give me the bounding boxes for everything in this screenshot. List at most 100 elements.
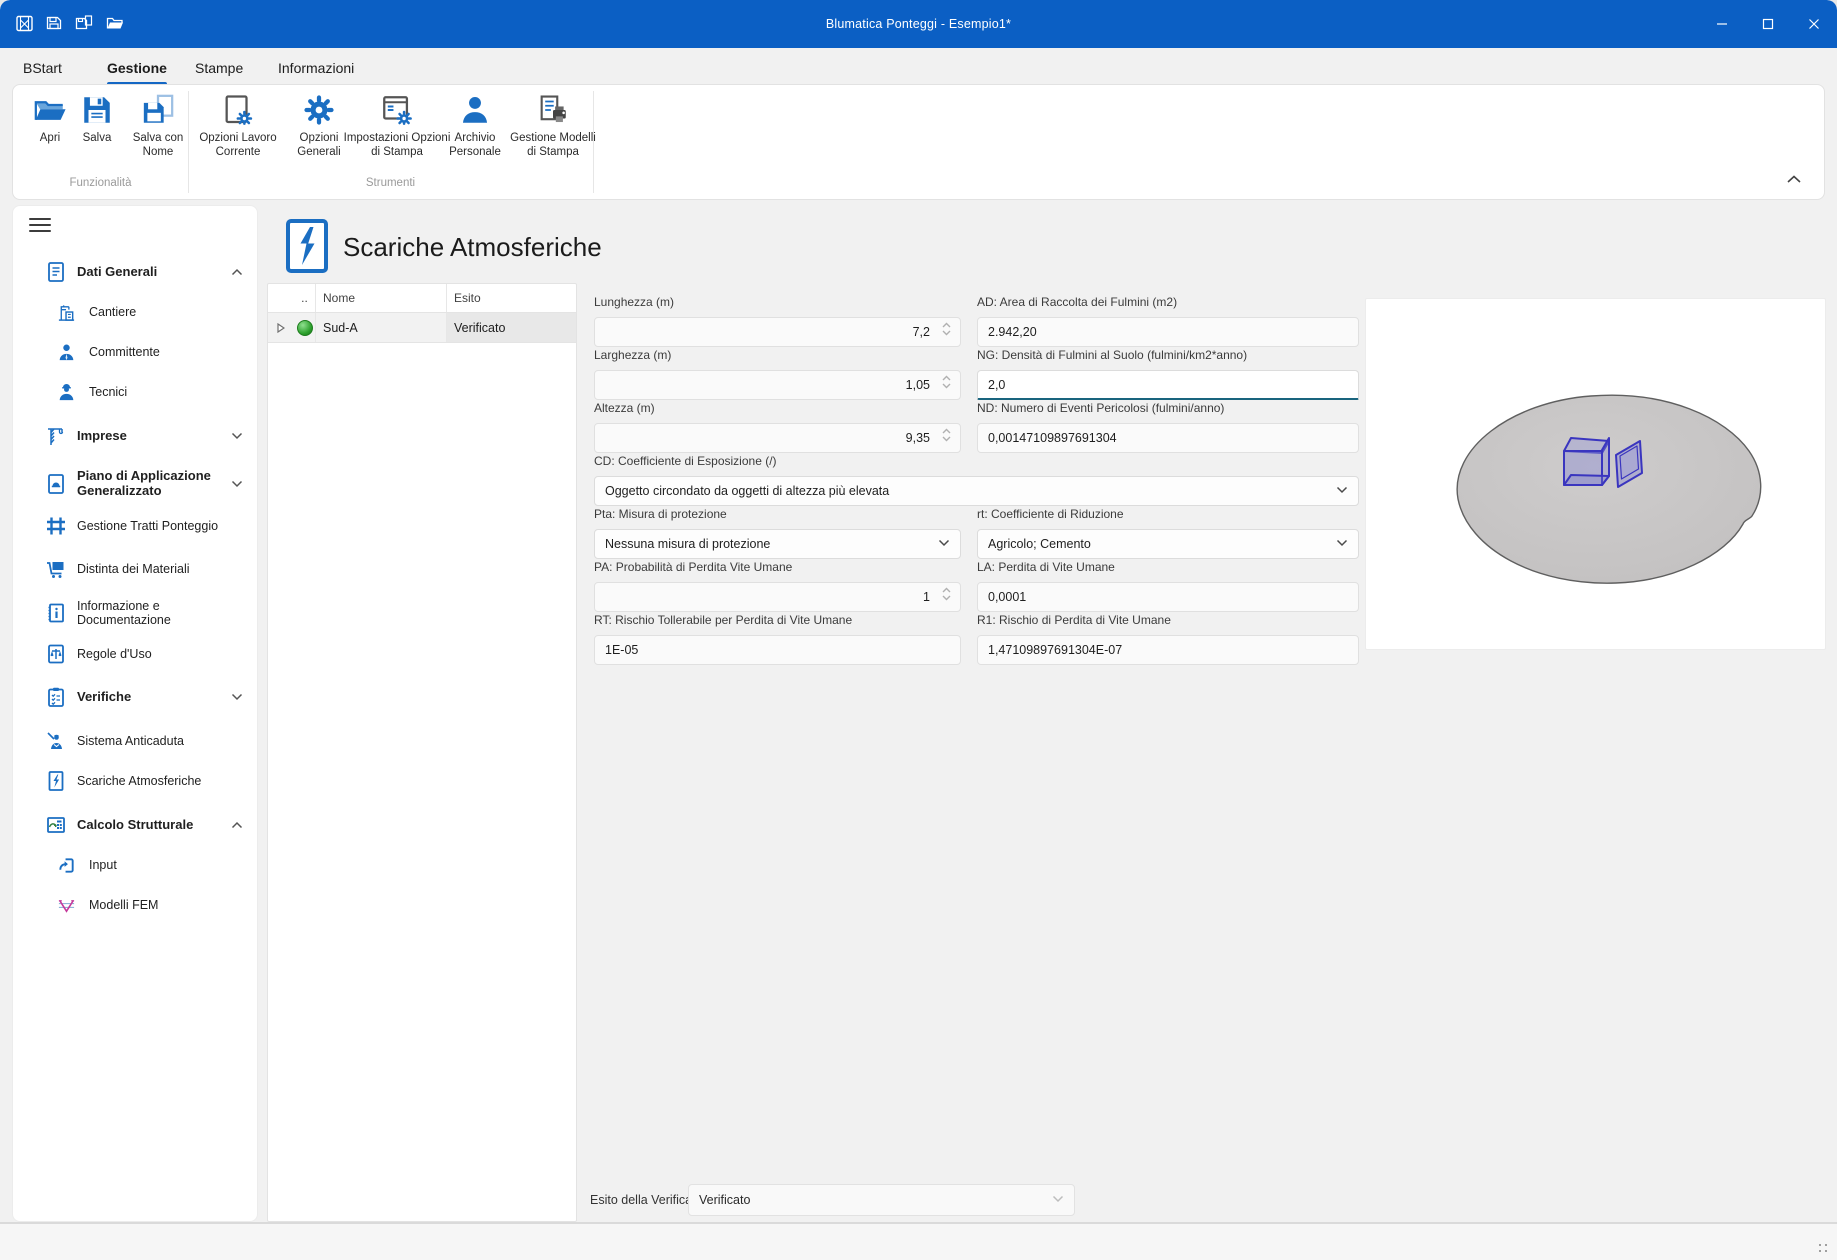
status-bar: [0, 1222, 1837, 1260]
row-nome[interactable]: Sud-A: [316, 313, 447, 342]
tab-bstart[interactable]: BStart: [23, 55, 62, 81]
sidebar-item-label: Imprese: [77, 429, 227, 444]
sidebar-item-label: Cantiere: [89, 305, 227, 319]
rt-value: 1E-05: [605, 643, 638, 657]
nd-input[interactable]: 0,00147109897691304: [977, 423, 1359, 453]
tab-gestione[interactable]: Gestione: [107, 55, 167, 81]
ad-value: 2.942,20: [988, 325, 1037, 339]
archivio-personale-button[interactable]: Archivio Personale: [443, 93, 507, 160]
opzioni-generali-button[interactable]: Opzioni Generali: [289, 93, 349, 160]
rt-coeff-label: rt: Coefficiente di Riduzione: [977, 507, 1124, 521]
sidebar-item-input[interactable]: Input: [13, 850, 257, 880]
sidebar-item-label: Verifiche: [77, 690, 227, 705]
tab-informazioni[interactable]: Informazioni: [278, 55, 354, 81]
spinner-arrows[interactable]: [942, 587, 951, 601]
table-row[interactable]: Sud-A Verificato: [268, 313, 576, 343]
button-label: Salva con Nome: [123, 131, 193, 160]
sidebar-item-distinta-materiali[interactable]: Distinta dei Materiali: [13, 554, 257, 584]
larghezza-value: 1,05: [906, 378, 930, 392]
pta-value: Nessuna misura di protezione: [605, 537, 770, 551]
spinner-arrows[interactable]: [942, 322, 951, 336]
sidebar-item-informazione[interactable]: Informazione e Documentazione: [13, 598, 257, 628]
r1-input[interactable]: 1,47109897691304E-07: [977, 635, 1359, 665]
person-helmet-icon: [57, 383, 76, 402]
pta-dropdown[interactable]: Nessuna misura di protezione: [594, 529, 961, 559]
ad-input[interactable]: 2.942,20: [977, 317, 1359, 347]
ng-input[interactable]: 2,0: [977, 370, 1359, 400]
sidebar-item-sistema-anticaduta[interactable]: Sistema Anticaduta: [13, 726, 257, 756]
sidebar-item-label: Piano di Applicazione Generalizzato: [77, 469, 227, 499]
sidebar-item-label: Input: [89, 858, 227, 872]
nome-column-header[interactable]: Nome: [316, 284, 447, 312]
sidebar-item-imprese[interactable]: Imprese: [13, 421, 257, 451]
sidebar-item-regole-uso[interactable]: Regole d'Uso: [13, 639, 257, 669]
cd-value: Oggetto circondato da oggetti di altezza…: [605, 484, 889, 498]
lunghezza-input[interactable]: 7,2: [594, 317, 961, 347]
r1-value: 1,47109897691304E-07: [988, 643, 1122, 657]
altezza-input[interactable]: 9,35: [594, 423, 961, 453]
chevron-down-icon: [1336, 486, 1348, 494]
la-input[interactable]: 0,0001: [977, 582, 1359, 612]
cd-dropdown[interactable]: Oggetto circondato da oggetti di altezza…: [594, 476, 1359, 506]
esito-verifica-dropdown[interactable]: Verificato: [688, 1184, 1075, 1216]
spinner-arrows[interactable]: [942, 428, 951, 442]
spinner-arrows[interactable]: [942, 375, 951, 389]
preview-3d-viewport[interactable]: [1365, 298, 1826, 650]
ng-label: NG: Densità di Fulmini al Suolo (fulmini…: [977, 348, 1247, 362]
esito-column-header[interactable]: Esito: [447, 284, 576, 312]
chevron-down-icon: [231, 693, 243, 701]
salva-con-nome-button[interactable]: Salva con Nome: [123, 93, 193, 160]
clipboard-check-icon: [45, 686, 67, 708]
rt-input[interactable]: 1E-05: [594, 635, 961, 665]
larghezza-input[interactable]: 1,05: [594, 370, 961, 400]
sidebar-item-calcolo-strutturale[interactable]: Calcolo Strutturale: [13, 810, 257, 840]
menu-tab-row: BStart Gestione Stampe Informazioni: [0, 48, 1837, 84]
chevron-down-icon: [942, 330, 951, 336]
open-folder-icon: [33, 93, 67, 127]
altezza-value: 9,35: [906, 431, 930, 445]
scaffold-wireframe: [1564, 438, 1609, 485]
opzioni-lavoro-corrente-button[interactable]: Opzioni Lavoro Corrente: [196, 93, 280, 160]
button-label: Impostazioni Opzioni di Stampa: [341, 131, 453, 160]
sidebar-item-gestione-tratti[interactable]: Gestione Tratti Ponteggio: [13, 511, 257, 541]
sidebar-item-committente[interactable]: Committente: [13, 337, 257, 367]
calculator-arrow-icon: [45, 814, 67, 836]
lightning-page-icon: [45, 770, 67, 792]
sidebar-item-tecnici[interactable]: Tecnici: [13, 377, 257, 407]
sidebar-item-dati-generali[interactable]: Dati Generali: [13, 257, 257, 287]
close-button[interactable]: [1791, 0, 1837, 48]
hamburger-menu-button[interactable]: [29, 218, 51, 234]
sidebar-item-scariche-atmosferiche[interactable]: Scariche Atmosferiche: [13, 766, 257, 796]
ribbon-collapse-button[interactable]: [1786, 171, 1802, 189]
row-expander[interactable]: [268, 313, 294, 342]
gestione-modelli-stampa-button[interactable]: Gestione Modelli di Stampa: [505, 93, 601, 160]
apri-button[interactable]: Apri: [28, 93, 72, 145]
sidebar-item-label: Committente: [89, 345, 227, 359]
sidebar-item-modelli-fem[interactable]: Modelli FEM: [13, 890, 257, 920]
minimize-button[interactable]: [1699, 0, 1745, 48]
sidebar-item-label: Informazione e Documentazione: [77, 599, 227, 628]
rt-coeff-dropdown[interactable]: Agricolo; Cemento: [977, 529, 1359, 559]
ribbon: Apri Salva Salva con Nome Opzioni Lavoro…: [12, 84, 1825, 200]
title-bar: Blumatica Ponteggi - Esempio1*: [0, 0, 1837, 48]
nd-value: 0,00147109897691304: [988, 431, 1117, 445]
sidebar-item-label: Modelli FEM: [89, 898, 227, 912]
expander-triangle-icon: [277, 323, 285, 333]
salva-button[interactable]: Salva: [73, 93, 121, 145]
impostazioni-opzioni-stampa-button[interactable]: Impostazioni Opzioni di Stampa: [341, 93, 453, 160]
tab-stampe[interactable]: Stampe: [195, 55, 243, 81]
button-label: Salva: [83, 131, 112, 145]
altezza-label: Altezza (m): [594, 401, 655, 415]
maximize-button[interactable]: [1745, 0, 1791, 48]
resize-grip[interactable]: [1819, 1244, 1829, 1254]
chevron-down-icon: [231, 480, 243, 488]
chevron-down-icon: [1052, 1195, 1064, 1203]
esito-verifica-label: Esito della Verifica: [590, 1193, 692, 1207]
pa-input[interactable]: 1: [594, 582, 961, 612]
print-templates-icon: [536, 93, 570, 127]
sidebar-item-piano-applicazione[interactable]: Piano di Applicazione Generalizzato: [13, 464, 257, 504]
document-gear-icon: [221, 93, 255, 127]
sidebar-item-cantiere[interactable]: Cantiere: [13, 297, 257, 327]
sidebar-item-verifiche[interactable]: Verifiche: [13, 682, 257, 712]
input-arrow-icon: [57, 856, 76, 875]
